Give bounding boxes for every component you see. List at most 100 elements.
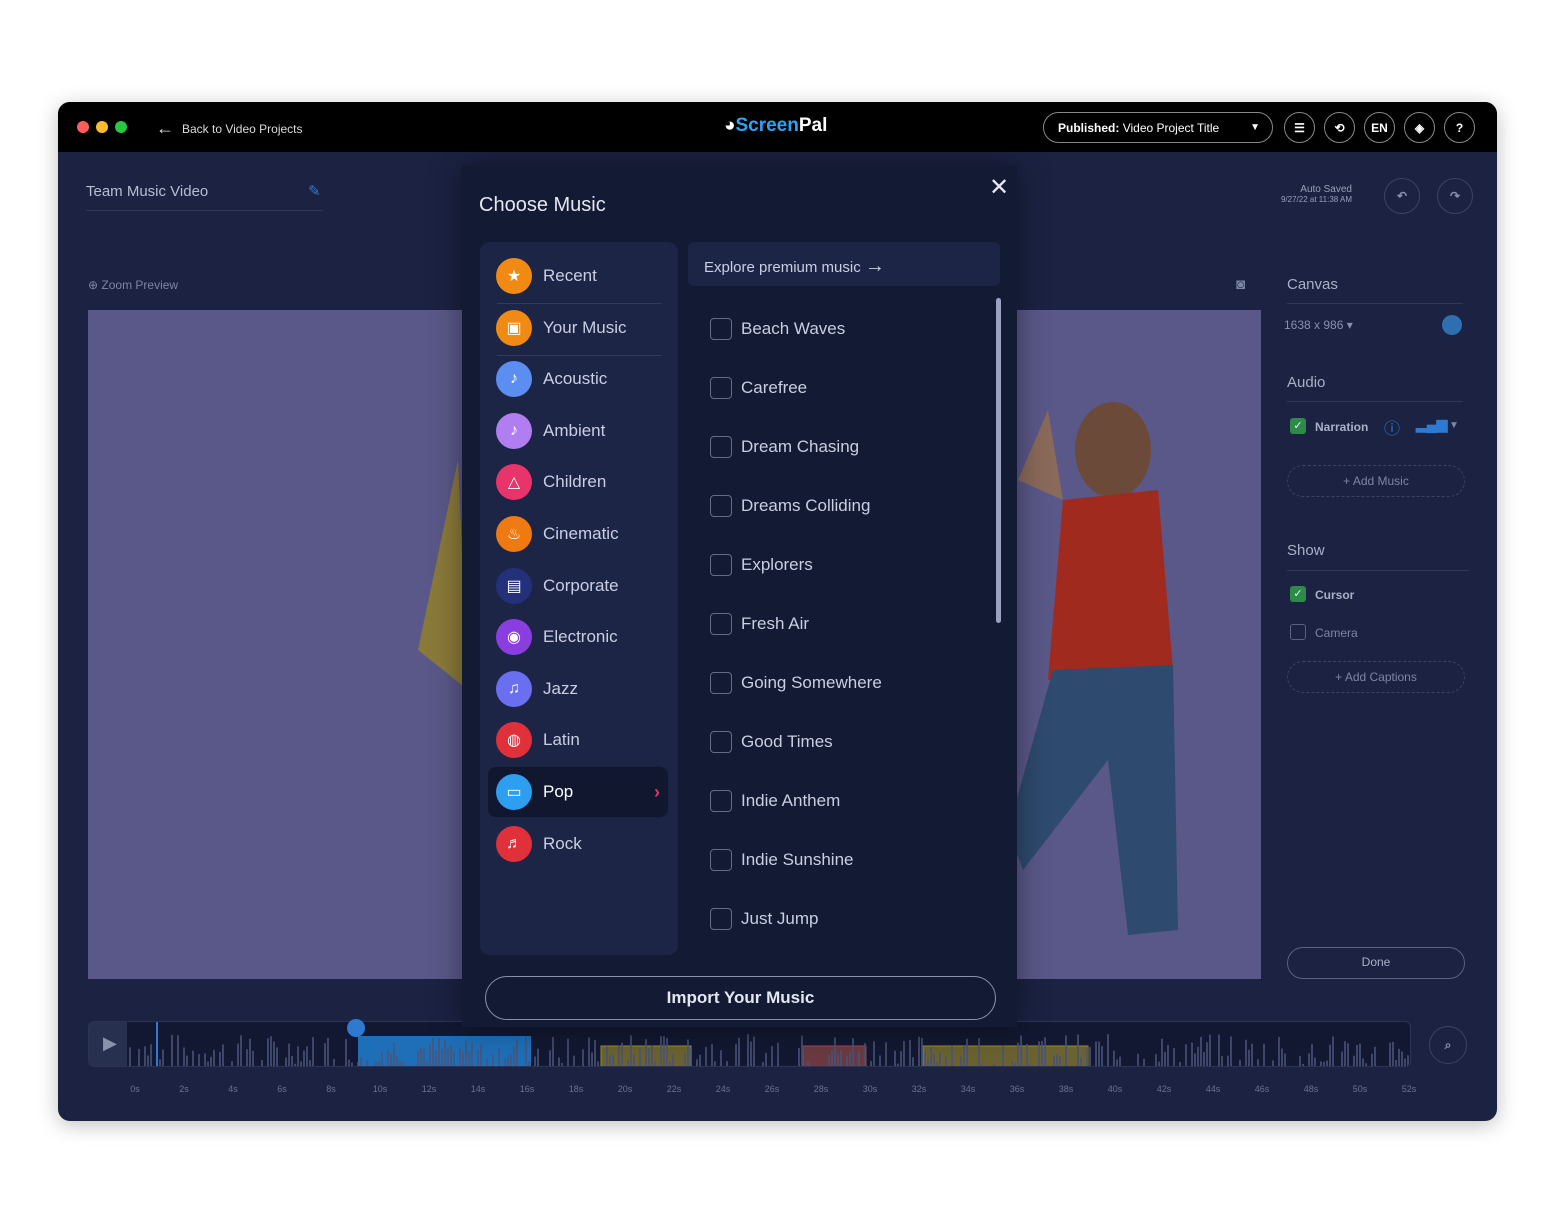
published-label: Published: [1058, 121, 1120, 135]
timeline-tick: 2s [179, 1084, 189, 1094]
track-checkbox[interactable] [710, 377, 732, 399]
waveform-bar [441, 1049, 443, 1066]
saxophone-icon: ♫ [496, 670, 532, 707]
category-cinematic[interactable]: ♨ Cinematic [488, 509, 668, 559]
category-label: Latin [543, 730, 580, 750]
project-name[interactable]: Team Music Video [86, 183, 208, 200]
redo-button[interactable]: ↷ [1437, 178, 1473, 214]
edit-name-icon[interactable]: ✎ [308, 182, 321, 200]
category-your-music[interactable]: ▣ Your Music [488, 303, 668, 353]
waveform-bar [687, 1039, 689, 1066]
category-pop[interactable]: ▭ Pop › [488, 767, 668, 817]
category-jazz[interactable]: ♫ Jazz [488, 664, 668, 714]
waveform-bar [360, 1057, 362, 1066]
track-title: Dream Chasing [741, 437, 860, 456]
logo-mark-icon: ◕ [724, 115, 736, 136]
canvas-size-dropdown[interactable]: 1638 x 986 ▾ [1284, 318, 1353, 332]
help-button[interactable]: ? [1444, 112, 1475, 143]
track-checkbox[interactable] [710, 495, 732, 517]
maximize-window-button[interactable] [115, 121, 127, 133]
explore-premium-button[interactable]: Explore premium music → [688, 242, 1000, 286]
track-item[interactable]: Indie Sunshine [710, 845, 853, 875]
timeline-zoom-button[interactable]: ⌕ [1429, 1026, 1467, 1064]
narration-checkbox[interactable]: ✓ [1290, 418, 1306, 434]
narration-caret-icon[interactable]: ▼ [1449, 420, 1459, 431]
camera-checkbox[interactable] [1290, 624, 1306, 640]
layers-button[interactable]: ◈ [1404, 112, 1435, 143]
category-acoustic[interactable]: ♪ Acoustic [488, 354, 668, 404]
category-corporate[interactable]: ▤ Corporate [488, 561, 668, 611]
category-latin[interactable]: ◍ Latin [488, 715, 668, 765]
track-item[interactable]: Beach Waves [710, 314, 845, 344]
waveform-bar [582, 1049, 584, 1066]
undo-button[interactable]: ↶ [1384, 178, 1420, 214]
waveform-bar [1098, 1041, 1100, 1066]
waveform-bar [162, 1049, 164, 1066]
category-electronic[interactable]: ◉ Electronic [488, 612, 668, 662]
category-label: Ambient [543, 420, 606, 440]
search-icon: ⌕ [1444, 1037, 1452, 1052]
track-checkbox[interactable] [710, 908, 732, 930]
yellow-segment[interactable] [922, 1045, 1089, 1067]
volume-bars-icon[interactable]: ▂▄▆ [1416, 416, 1447, 433]
add-music-button[interactable]: + Add Music [1287, 465, 1465, 497]
track-checkbox[interactable] [710, 849, 732, 871]
track-item[interactable]: Carefree [710, 373, 807, 403]
cursor-checkbox[interactable]: ✓ [1290, 586, 1306, 602]
history-button[interactable]: ⟲ [1324, 112, 1355, 143]
track-checkbox[interactable] [710, 731, 732, 753]
canvas-color-picker[interactable] [1442, 315, 1462, 335]
done-button[interactable]: Done [1287, 947, 1465, 979]
track-checkbox[interactable] [710, 554, 732, 576]
category-ambient[interactable]: ♪ Ambient [488, 406, 668, 456]
track-item[interactable]: Indie Anthem [710, 786, 840, 816]
waveform-bar [1095, 1041, 1097, 1066]
help-icon: ? [1455, 120, 1464, 135]
waveform-bar [1398, 1048, 1400, 1066]
waveform-bar [903, 1041, 905, 1066]
waveform-bar [393, 1042, 395, 1066]
track-checkbox[interactable] [710, 318, 732, 340]
waveform-bar [1392, 1041, 1394, 1066]
close-window-button[interactable] [77, 121, 89, 133]
waveform-bar [1164, 1051, 1166, 1066]
import-music-button[interactable]: Import Your Music [485, 976, 996, 1020]
category-recent[interactable]: ★ Recent [488, 251, 668, 301]
publish-dropdown[interactable]: Published: Video Project Title ▼ [1043, 112, 1273, 143]
category-children[interactable]: △ Children [488, 457, 668, 507]
back-to-projects-link[interactable]: ← Back to Video Projects [156, 118, 303, 139]
camera-snapshot-icon[interactable]: ◙ [1236, 276, 1245, 293]
waveform-bar [711, 1044, 713, 1066]
track-item[interactable]: Dream Chasing [710, 432, 859, 462]
track-checkbox[interactable] [710, 613, 732, 635]
track-list-scrollbar[interactable] [996, 298, 1001, 623]
waveform-bar [618, 1045, 620, 1066]
track-item[interactable]: Dreams Colliding [710, 491, 870, 521]
timeline-track[interactable]: ▶ [88, 1021, 1411, 1067]
waveform-bar [375, 1061, 377, 1066]
track-checkbox[interactable] [710, 436, 732, 458]
timeline-tick: 26s [764, 1084, 780, 1094]
waveform-bar [651, 1045, 653, 1066]
minimize-window-button[interactable] [96, 121, 108, 133]
zoom-preview-button[interactable]: ⊕ Zoom Preview [88, 278, 178, 292]
track-item[interactable]: Explorers [710, 550, 813, 580]
add-captions-button[interactable]: + Add Captions [1287, 661, 1465, 693]
playhead-handle[interactable] [347, 1019, 365, 1037]
track-checkbox[interactable] [710, 790, 732, 812]
track-item[interactable]: Fresh Air [710, 609, 809, 639]
warning-icon[interactable]: ⓘ [1384, 415, 1400, 439]
track-item[interactable]: Just Jump [710, 904, 818, 934]
track-checkbox[interactable] [710, 672, 732, 694]
track-item[interactable]: Going Somewhere [710, 668, 882, 698]
category-rock[interactable]: ♬ Rock [488, 819, 668, 869]
person-left [418, 460, 468, 690]
timeline-tick: 50s [1352, 1084, 1368, 1094]
person-arm [1018, 410, 1063, 500]
checklist-button[interactable]: ☰ [1284, 112, 1315, 143]
close-icon[interactable]: ✕ [989, 173, 1009, 202]
track-item[interactable]: Good Times [710, 727, 833, 757]
language-button[interactable]: EN [1364, 112, 1395, 143]
waveform-bar [1185, 1044, 1187, 1066]
waveform-bar [981, 1063, 983, 1066]
